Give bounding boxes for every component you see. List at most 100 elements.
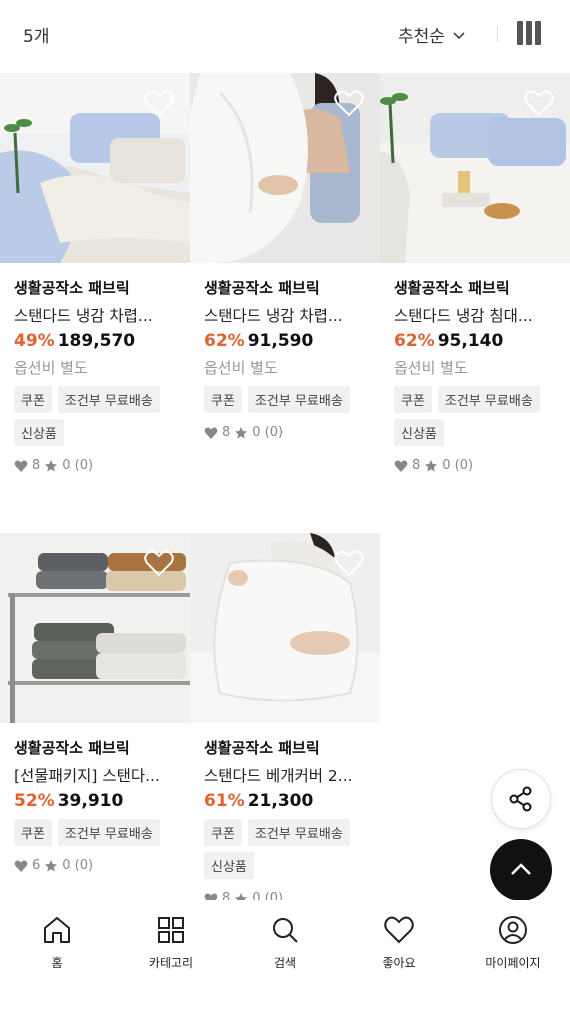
tag-coupon: 쿠폰 (204, 386, 242, 413)
discount-rate: 61% (204, 791, 245, 811)
heart-icon (384, 916, 414, 944)
tag-coupon: 쿠폰 (14, 819, 52, 846)
user-icon (499, 916, 527, 944)
product-card[interactable]: 생활공작소 패브릭 [선물패키지] 스탠다... 52% 39,910 쿠폰 조건… (0, 533, 190, 906)
heart-icon[interactable] (144, 549, 174, 577)
tag-coupon: 쿠폰 (394, 386, 432, 413)
product-stats: 6 0 (0) (14, 858, 190, 873)
heart-icon[interactable] (334, 89, 364, 117)
tag-free-shipping: 조건부 무료배송 (57, 386, 160, 413)
tag-list: 쿠폰 조건부 무료배송 신상품 (204, 819, 380, 879)
nav-likes[interactable]: 좋아요 (342, 900, 456, 1024)
like-count: 8 (412, 458, 421, 473)
grid-view-icon[interactable] (517, 21, 543, 45)
like-count: 8 (32, 458, 41, 473)
tag-list: 쿠폰 조건부 무료배송 (14, 819, 190, 846)
search-icon (273, 918, 298, 943)
nav-search-label: 검색 (273, 956, 297, 970)
option-note: 옵션비 별도 (204, 359, 278, 377)
product-brand: 생활공작소 패브릭 (204, 739, 320, 757)
nav-category[interactable]: 카테고리 (114, 900, 228, 1024)
product-brand: 생활공작소 패브릭 (14, 279, 130, 297)
result-count: 5개 (23, 27, 50, 47)
tag-new: 신상품 (14, 419, 64, 446)
tag-new: 신상품 (394, 419, 444, 446)
nav-search[interactable]: 검색 (228, 900, 342, 1024)
product-image[interactable] (380, 73, 570, 263)
product-price: 95,140 (437, 331, 504, 351)
heart-filled-icon (204, 427, 218, 439)
product-brand: 생활공작소 패브릭 (14, 739, 130, 757)
product-brand: 생활공작소 패브릭 (204, 279, 320, 297)
discount-rate: 52% (14, 791, 55, 811)
product-grid: 생활공작소 패브릭 스탠다드 냉감 차렵... 49% 189,570 옵션비 별… (0, 73, 570, 906)
home-icon (44, 917, 70, 943)
share-button[interactable] (491, 769, 551, 829)
heart-icon[interactable] (144, 89, 174, 117)
product-price: 21,300 (247, 791, 314, 811)
chevron-down-icon (453, 31, 465, 39)
nav-mypage-label: 마이페이지 (485, 956, 541, 970)
tag-free-shipping: 조건부 무료배송 (247, 386, 350, 413)
heart-icon[interactable] (334, 549, 364, 577)
product-name[interactable]: 스탠다드 냉감 차렵... (204, 304, 374, 326)
discount-rate: 62% (394, 331, 435, 351)
tag-free-shipping: 조건부 무료배송 (247, 819, 350, 846)
product-card[interactable]: 생활공작소 패브릭 스탠다드 베개커버 2... 61% 21,300 쿠폰 조건… (190, 533, 380, 906)
discount-rate: 49% (14, 331, 55, 351)
tag-coupon: 쿠폰 (204, 819, 242, 846)
product-stats: 8 0 (0) (394, 458, 570, 473)
product-card[interactable]: 생활공작소 패브릭 스탠다드 냉감 침대... 62% 95,140 옵션비 별도… (380, 73, 570, 473)
tag-list: 쿠폰 조건부 무료배송 (204, 386, 380, 413)
sort-label: 추천순 (398, 27, 445, 47)
nav-mypage[interactable]: 마이페이지 (456, 900, 570, 1024)
tag-list: 쿠폰 조건부 무료배송 신상품 (14, 386, 190, 446)
tag-free-shipping: 조건부 무료배송 (57, 819, 160, 846)
nav-home[interactable]: 홈 (0, 900, 114, 1024)
star-icon (45, 859, 58, 871)
product-name[interactable]: [선물패키지] 스탠다... (14, 764, 184, 786)
category-icon (158, 917, 184, 943)
star-icon (425, 459, 438, 471)
like-count: 8 (222, 425, 231, 440)
product-image[interactable] (190, 73, 380, 263)
product-price: 189,570 (57, 331, 136, 351)
product-card[interactable]: 생활공작소 패브릭 스탠다드 냉감 차렵... 49% 189,570 옵션비 별… (0, 73, 190, 473)
nav-likes-label: 좋아요 (382, 956, 416, 970)
product-image[interactable] (0, 73, 190, 263)
heart-filled-icon (14, 860, 28, 872)
tag-coupon: 쿠폰 (14, 386, 52, 413)
nav-category-label: 카테고리 (148, 956, 194, 970)
product-name[interactable]: 스탠다드 냉감 침대... (394, 304, 564, 326)
rating: 0 (0) (252, 425, 284, 440)
tag-free-shipping: 조건부 무료배송 (437, 386, 540, 413)
heart-filled-icon (394, 460, 408, 472)
discount-rate: 62% (204, 331, 245, 351)
product-name[interactable]: 스탠다드 베개커버 2... (204, 764, 374, 786)
divider (497, 26, 498, 42)
option-note: 옵션비 별도 (394, 359, 468, 377)
product-name[interactable]: 스탠다드 냉감 차렵... (14, 304, 184, 326)
product-card[interactable]: 생활공작소 패브릭 스탠다드 냉감 차렵... 62% 91,590 옵션비 별도… (190, 73, 380, 473)
rating: 0 (0) (62, 858, 94, 873)
product-image[interactable] (0, 533, 190, 723)
price-row: 62% 95,140 (394, 331, 570, 351)
sort-dropdown[interactable]: 추천순 (398, 22, 467, 47)
rating: 0 (0) (442, 458, 474, 473)
heart-filled-icon (14, 460, 28, 472)
star-icon (45, 459, 58, 471)
product-image[interactable] (190, 533, 380, 723)
price-row: 61% 21,300 (204, 791, 380, 811)
product-stats: 8 0 (0) (14, 458, 190, 473)
top-bar: 5개 추천순 (0, 0, 570, 72)
price-row: 62% 91,590 (204, 331, 380, 351)
star-icon (235, 426, 248, 438)
rating: 0 (0) (62, 458, 94, 473)
price-row: 52% 39,910 (14, 791, 190, 811)
scroll-top-button[interactable] (490, 839, 552, 901)
heart-icon[interactable] (524, 89, 554, 117)
tag-new: 신상품 (204, 852, 254, 879)
nav-home-label: 홈 (51, 956, 63, 970)
price-row: 49% 189,570 (14, 331, 190, 351)
share-icon (509, 786, 532, 812)
